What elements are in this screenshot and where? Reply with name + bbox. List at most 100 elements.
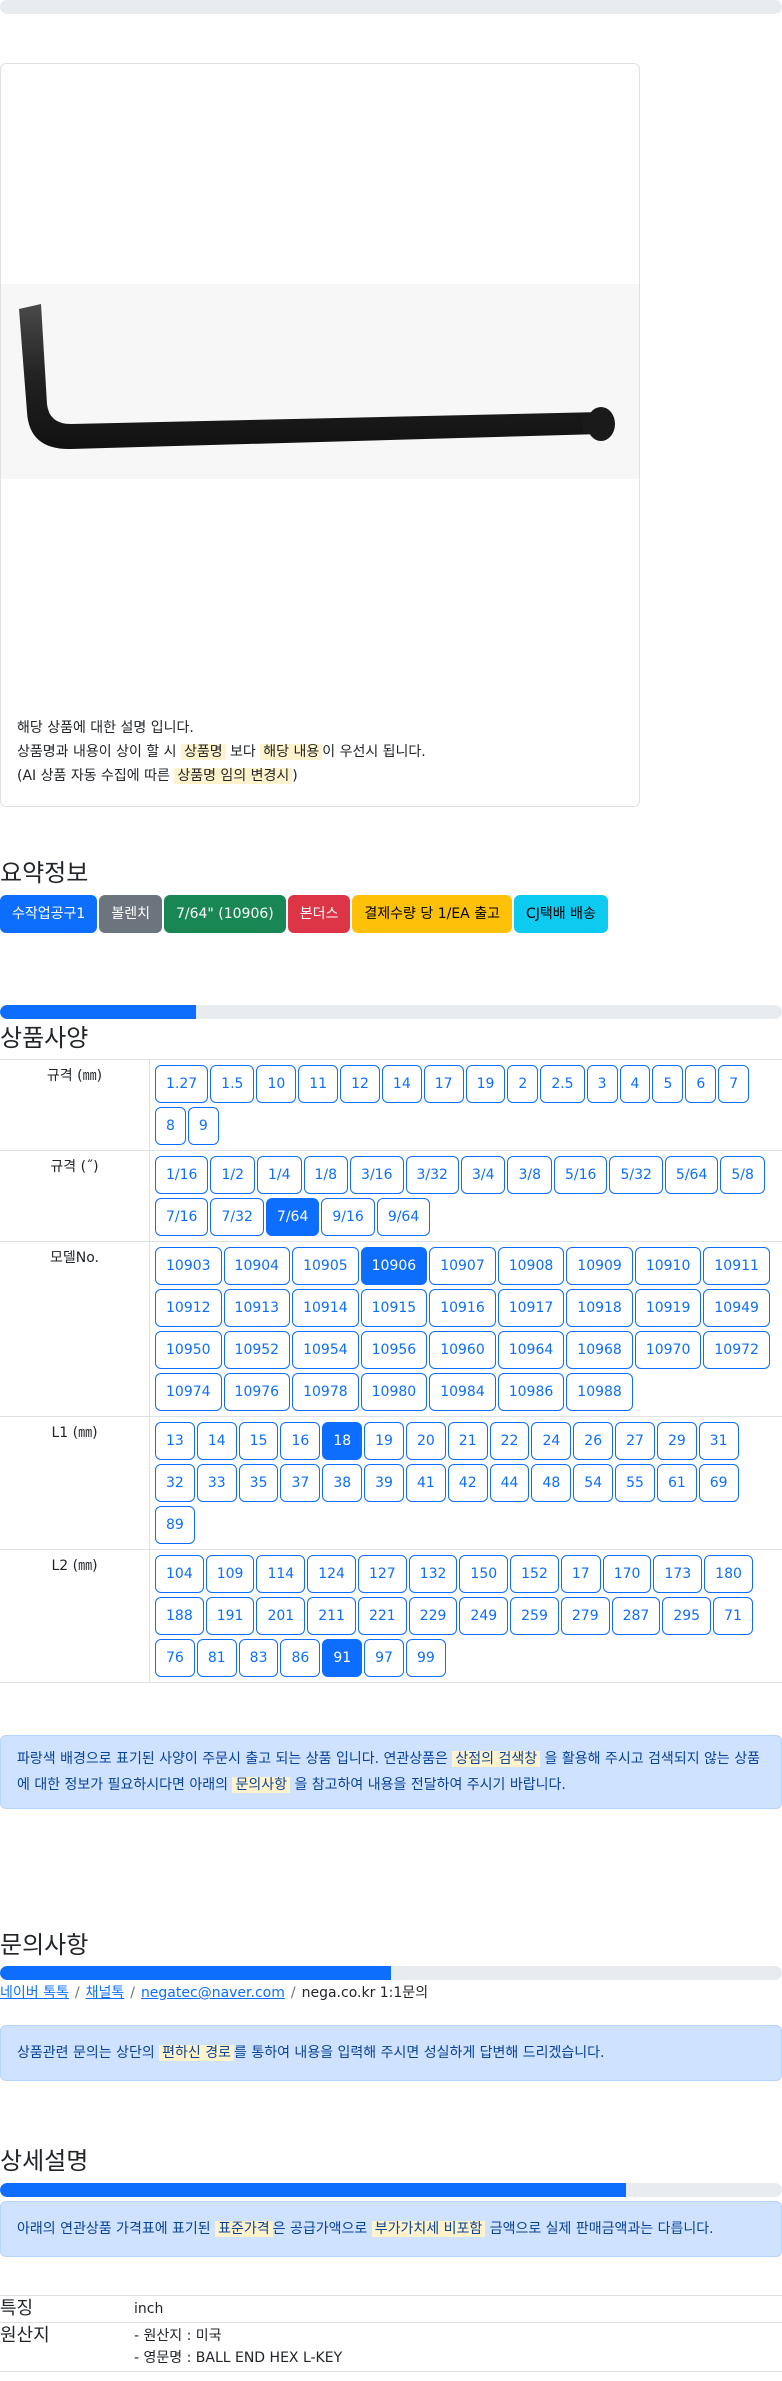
spec-option-button[interactable]: 10954 bbox=[292, 1331, 359, 1369]
spec-option-button[interactable]: 32 bbox=[155, 1464, 195, 1502]
spec-option-button[interactable]: 19 bbox=[465, 1065, 506, 1103]
spec-option-button[interactable]: 11 bbox=[298, 1065, 339, 1103]
spec-option-button[interactable]: 41 bbox=[405, 1464, 446, 1502]
spec-option-button[interactable]: 4 bbox=[619, 1065, 651, 1103]
spec-option-button[interactable]: 170 bbox=[602, 1555, 652, 1593]
spec-option-button[interactable]: 10976 bbox=[223, 1373, 291, 1411]
spec-option-button[interactable]: 10980 bbox=[360, 1373, 428, 1411]
spec-option-button[interactable]: 104 bbox=[155, 1555, 204, 1593]
spec-option-button[interactable]: 5 bbox=[652, 1065, 684, 1103]
spec-option-button[interactable]: 10909 bbox=[566, 1247, 633, 1285]
spec-option-button[interactable]: 188 bbox=[155, 1597, 204, 1635]
spec-option-button[interactable]: 211 bbox=[307, 1597, 356, 1635]
spec-option-button[interactable]: 20 bbox=[405, 1422, 446, 1460]
spec-option-button[interactable]: 42 bbox=[447, 1464, 488, 1502]
spec-option-button[interactable]: 10908 bbox=[497, 1247, 565, 1285]
spec-option-button[interactable]: 152 bbox=[510, 1555, 559, 1593]
spec-option-button[interactable]: 1.27 bbox=[155, 1065, 209, 1103]
spec-option-button[interactable]: 6 bbox=[685, 1065, 717, 1103]
spec-option-button[interactable]: 10 bbox=[256, 1065, 297, 1103]
spec-option-button[interactable]: 10904 bbox=[223, 1247, 291, 1285]
spec-option-button[interactable]: 5/16 bbox=[554, 1156, 608, 1194]
spec-option-button[interactable]: 173 bbox=[653, 1555, 703, 1593]
spec-option-button[interactable]: 10917 bbox=[497, 1289, 565, 1327]
spec-option-button[interactable]: 22 bbox=[489, 1422, 530, 1460]
spec-option-button[interactable]: 279 bbox=[560, 1597, 610, 1635]
spec-option-button[interactable]: 69 bbox=[698, 1464, 739, 1502]
spec-option-button[interactable]: 26 bbox=[573, 1422, 614, 1460]
spec-option-button[interactable]: 19 bbox=[364, 1422, 404, 1460]
spec-option-button[interactable]: 37 bbox=[280, 1464, 321, 1502]
spec-option-button[interactable]: 1.5 bbox=[210, 1065, 255, 1103]
spec-option-button[interactable]: 29 bbox=[656, 1422, 697, 1460]
spec-option-button[interactable]: 114 bbox=[256, 1555, 306, 1593]
spec-option-button[interactable]: 3 bbox=[586, 1065, 618, 1103]
spec-option-button[interactable]: 10974 bbox=[155, 1373, 222, 1411]
spec-option-button[interactable]: 5/32 bbox=[609, 1156, 663, 1194]
spec-option-button[interactable]: 180 bbox=[704, 1555, 753, 1593]
spec-option-button[interactable]: 10906 bbox=[360, 1247, 428, 1285]
spec-option-button[interactable]: 10984 bbox=[429, 1373, 496, 1411]
spec-option-button[interactable]: 191 bbox=[205, 1597, 255, 1635]
spec-option-button[interactable]: 91 bbox=[322, 1639, 363, 1677]
spec-option-button[interactable]: 10913 bbox=[223, 1289, 291, 1327]
spec-option-button[interactable]: 99 bbox=[405, 1639, 446, 1677]
spec-option-button[interactable]: 10960 bbox=[429, 1331, 496, 1369]
spec-option-button[interactable]: 35 bbox=[238, 1464, 279, 1502]
spec-option-button[interactable]: 21 bbox=[447, 1422, 488, 1460]
spec-option-button[interactable]: 10950 bbox=[155, 1331, 222, 1369]
spec-option-button[interactable]: 15 bbox=[238, 1422, 279, 1460]
spec-option-button[interactable]: 10972 bbox=[703, 1331, 770, 1369]
spec-option-button[interactable]: 48 bbox=[531, 1464, 572, 1502]
spec-option-button[interactable]: 10914 bbox=[292, 1289, 359, 1327]
spec-option-button[interactable]: 83 bbox=[238, 1639, 279, 1677]
spec-option-button[interactable]: 1/4 bbox=[256, 1156, 302, 1194]
spec-option-button[interactable]: 14 bbox=[381, 1065, 422, 1103]
spec-option-button[interactable]: 97 bbox=[364, 1639, 404, 1677]
spec-option-button[interactable]: 2.5 bbox=[540, 1065, 585, 1103]
spec-option-button[interactable]: 10905 bbox=[292, 1247, 359, 1285]
spec-option-button[interactable]: 18 bbox=[322, 1422, 363, 1460]
spec-option-button[interactable]: 10968 bbox=[566, 1331, 633, 1369]
spec-option-button[interactable]: 1/8 bbox=[303, 1156, 349, 1194]
spec-option-button[interactable]: 1/2 bbox=[210, 1156, 255, 1194]
spec-option-button[interactable]: 10964 bbox=[497, 1331, 565, 1369]
channeltalk-link[interactable]: 채널톡 bbox=[86, 1983, 125, 2003]
spec-option-button[interactable]: 61 bbox=[656, 1464, 697, 1502]
spec-option-button[interactable]: 287 bbox=[611, 1597, 661, 1635]
spec-option-button[interactable]: 2 bbox=[507, 1065, 539, 1103]
spec-option-button[interactable]: 16 bbox=[280, 1422, 321, 1460]
email-link[interactable]: negatec@naver.com bbox=[141, 1983, 285, 2003]
spec-option-button[interactable]: 76 bbox=[155, 1639, 195, 1677]
spec-option-button[interactable]: 10903 bbox=[155, 1247, 222, 1285]
spec-option-button[interactable]: 109 bbox=[205, 1555, 255, 1593]
spec-option-button[interactable]: 3/8 bbox=[507, 1156, 553, 1194]
spec-option-button[interactable]: 3/16 bbox=[350, 1156, 404, 1194]
spec-option-button[interactable]: 7 bbox=[718, 1065, 750, 1103]
spec-option-button[interactable]: 81 bbox=[196, 1639, 237, 1677]
spec-option-button[interactable]: 24 bbox=[531, 1422, 572, 1460]
spec-option-button[interactable]: 89 bbox=[155, 1506, 195, 1544]
spec-option-button[interactable]: 10952 bbox=[223, 1331, 291, 1369]
spec-option-button[interactable]: 229 bbox=[408, 1597, 458, 1635]
spec-option-button[interactable]: 33 bbox=[196, 1464, 237, 1502]
spec-option-button[interactable]: 55 bbox=[615, 1464, 655, 1502]
spec-option-button[interactable]: 10911 bbox=[703, 1247, 770, 1285]
spec-option-button[interactable]: 201 bbox=[256, 1597, 306, 1635]
spec-option-button[interactable]: 1/16 bbox=[155, 1156, 209, 1194]
spec-option-button[interactable]: 5/8 bbox=[720, 1156, 765, 1194]
spec-option-button[interactable]: 221 bbox=[357, 1597, 407, 1635]
spec-option-button[interactable]: 44 bbox=[489, 1464, 530, 1502]
spec-option-button[interactable]: 14 bbox=[196, 1422, 237, 1460]
spec-option-button[interactable]: 38 bbox=[322, 1464, 363, 1502]
spec-option-button[interactable]: 295 bbox=[662, 1597, 712, 1635]
spec-option-button[interactable]: 12 bbox=[340, 1065, 380, 1103]
spec-option-button[interactable]: 9/16 bbox=[321, 1198, 375, 1236]
spec-option-button[interactable]: 17 bbox=[560, 1555, 601, 1593]
spec-option-button[interactable]: 10949 bbox=[703, 1289, 770, 1327]
spec-option-button[interactable]: 7/16 bbox=[155, 1198, 209, 1236]
spec-option-button[interactable]: 10988 bbox=[566, 1373, 633, 1411]
spec-option-button[interactable]: 124 bbox=[307, 1555, 356, 1593]
spec-option-button[interactable]: 10916 bbox=[429, 1289, 496, 1327]
spec-option-button[interactable]: 10978 bbox=[292, 1373, 359, 1411]
